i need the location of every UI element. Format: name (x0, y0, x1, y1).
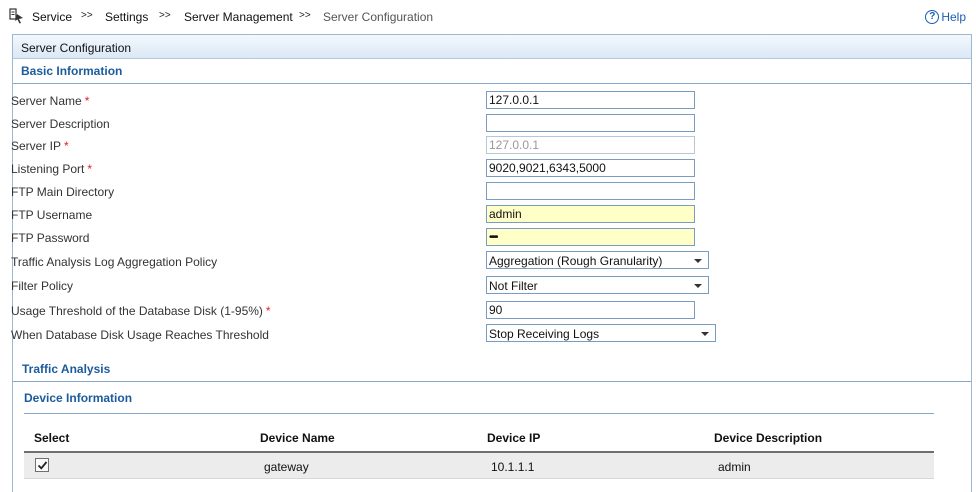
checkmark-icon (37, 461, 48, 470)
basic-information-title: Basic Information (21, 64, 123, 78)
table-row (24, 453, 934, 479)
traffic-analysis-title: Traffic Analysis (22, 362, 111, 376)
log-aggregation-policy-label: Traffic Analysis Log Aggregation Policy (11, 255, 218, 269)
breadcrumb-server-configuration: Server Configuration (323, 10, 434, 24)
device-information-title: Device Information (24, 391, 133, 405)
section-divider (13, 381, 971, 382)
filter-policy-label: Filter Policy (11, 279, 74, 293)
ftp-password-input[interactable] (486, 228, 695, 246)
log-aggregation-policy-value: Aggregation (Rough Granularity) (489, 254, 663, 268)
breadcrumb-settings[interactable]: Settings (105, 10, 148, 24)
column-header-device-description[interactable]: Device Description (714, 431, 822, 445)
ftp-main-directory-label: FTP Main Directory (11, 185, 115, 199)
device-description-cell: admin (718, 460, 751, 474)
help-icon: ? (925, 10, 940, 24)
section-divider (13, 83, 971, 84)
breadcrumb-server-management[interactable]: Server Management (184, 10, 293, 24)
breadcrumb-separator: >> (159, 10, 171, 21)
section-divider (24, 413, 934, 414)
breadcrumb-service[interactable]: Service (32, 10, 72, 24)
chevron-down-icon (701, 332, 709, 336)
server-description-label: Server Description (11, 117, 110, 131)
threshold-action-value: Stop Receiving Logs (489, 327, 600, 341)
device-ip-cell: 10.1.1.1 (491, 460, 535, 474)
server-ip-label: Server IP * (11, 139, 69, 153)
server-ip-input[interactable] (486, 136, 695, 154)
listening-port-label: Listening Port * (11, 162, 93, 176)
filter-policy-select[interactable]: Not Filter (486, 276, 709, 294)
column-header-select: Select (34, 431, 70, 445)
ftp-password-label: FTP Password (11, 231, 90, 245)
chevron-down-icon (694, 284, 702, 288)
required-mark: * (84, 94, 90, 108)
server-description-input[interactable] (486, 114, 695, 132)
server-name-input[interactable] (486, 91, 695, 109)
device-name-cell: gateway (264, 460, 309, 474)
required-mark: * (87, 162, 93, 176)
breadcrumb-separator: >> (299, 10, 311, 21)
ftp-username-input[interactable] (486, 205, 695, 223)
column-header-device-ip[interactable]: Device IP (487, 431, 540, 445)
listening-port-input[interactable] (486, 159, 695, 177)
breadcrumb: Service >> Settings >> Server Management… (0, 0, 976, 32)
required-mark: * (64, 139, 69, 153)
device-select-checkbox[interactable] (35, 458, 49, 472)
log-aggregation-policy-select[interactable]: Aggregation (Rough Granularity) (486, 251, 709, 269)
threshold-action-select[interactable]: Stop Receiving Logs (486, 324, 716, 342)
threshold-action-label: When Database Disk Usage Reaches Thresho… (11, 328, 269, 342)
breadcrumb-separator: >> (81, 10, 93, 21)
disk-threshold-label: Usage Threshold of the Database Disk (1-… (11, 304, 271, 318)
ftp-main-directory-input[interactable] (486, 182, 695, 200)
help-link[interactable]: ? Help (925, 9, 966, 25)
panel-header: Server Configuration (13, 35, 971, 59)
column-header-device-name[interactable]: Device Name (260, 431, 335, 445)
ftp-username-label: FTP Username (11, 208, 93, 222)
service-icon (9, 8, 25, 24)
server-name-label: Server Name * (11, 94, 90, 108)
panel-title: Server Configuration (21, 41, 132, 55)
disk-threshold-input[interactable] (486, 301, 695, 319)
filter-policy-value: Not Filter (489, 279, 538, 293)
help-label: Help (941, 10, 966, 24)
chevron-down-icon (694, 259, 702, 263)
required-mark: * (265, 304, 271, 318)
